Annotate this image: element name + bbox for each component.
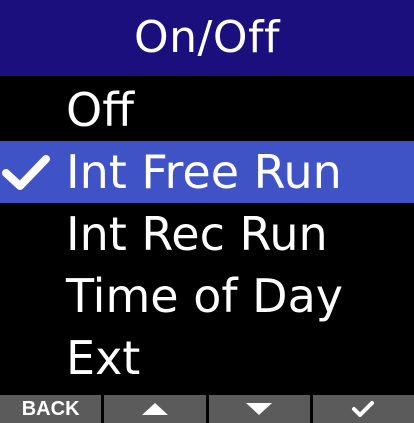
menu-item-label: Time of Day bbox=[66, 269, 343, 323]
triangle-up-icon bbox=[141, 402, 169, 416]
menu-item-label: Ext bbox=[66, 331, 141, 385]
menu-item-label: Int Free Run bbox=[66, 145, 342, 199]
menu-item-label: Off bbox=[66, 83, 134, 137]
menu-item-label: Int Rec Run bbox=[66, 207, 328, 261]
checkmark-icon bbox=[2, 153, 64, 193]
device-screen: On/Off Off Int Free Run Int Rec Run Time… bbox=[0, 0, 414, 423]
softkey-bar: BACK bbox=[0, 395, 414, 423]
confirm-button[interactable] bbox=[312, 395, 414, 423]
menu-item-off[interactable]: Off bbox=[0, 79, 414, 141]
title-bar: On/Off bbox=[0, 0, 414, 76]
back-button-label: BACK bbox=[21, 398, 80, 420]
down-button[interactable] bbox=[208, 395, 310, 423]
page-title: On/Off bbox=[134, 12, 280, 63]
option-list: Off Int Free Run Int Rec Run Time of Day… bbox=[0, 79, 414, 389]
up-button[interactable] bbox=[104, 395, 206, 423]
checkmark-icon bbox=[351, 400, 375, 418]
back-button[interactable]: BACK bbox=[0, 395, 102, 423]
menu-item-int-free-run[interactable]: Int Free Run bbox=[0, 141, 414, 203]
triangle-down-icon bbox=[245, 402, 273, 416]
menu-item-ext[interactable]: Ext bbox=[0, 327, 414, 389]
menu-item-int-rec-run[interactable]: Int Rec Run bbox=[0, 203, 414, 265]
menu-item-time-of-day[interactable]: Time of Day bbox=[0, 265, 414, 327]
